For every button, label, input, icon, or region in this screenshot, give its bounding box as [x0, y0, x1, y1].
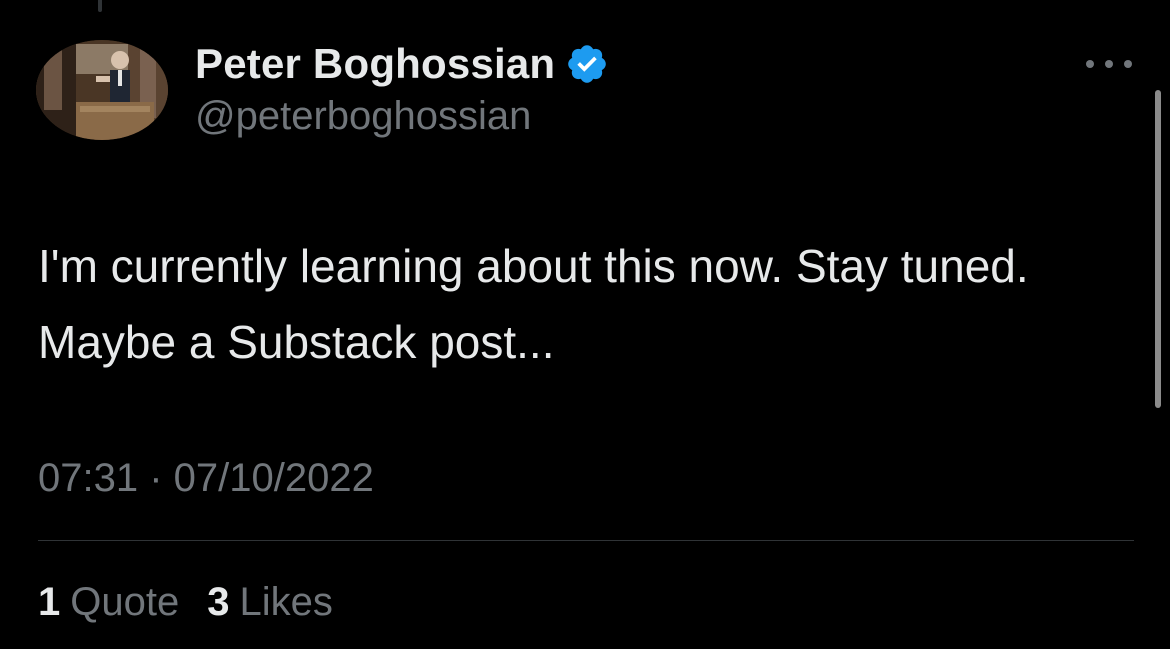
likes-count: 3	[207, 580, 230, 624]
tweet-text: I'm currently learning about this now. S…	[38, 240, 1029, 368]
author-handle[interactable]: @peterboghossian	[195, 90, 609, 142]
divider	[38, 540, 1134, 541]
verified-badge-icon	[565, 42, 609, 86]
quotes-count: 1	[38, 580, 61, 624]
avatar[interactable]	[36, 40, 168, 140]
tweet-timestamp[interactable]: 07:31 · 07/10/2022	[38, 452, 374, 504]
avatar-image	[36, 40, 168, 140]
tweet-stats: 1 Quote 3 Likes	[38, 574, 361, 630]
more-options-icon	[1086, 60, 1094, 68]
thread-connector-line	[98, 0, 102, 12]
author-display-name[interactable]: Peter Boghossian	[195, 40, 555, 88]
more-options-icon-dot	[1105, 60, 1113, 68]
quotes-stat-link[interactable]: 1 Quote	[38, 574, 179, 630]
more-options-icon-dot	[1124, 60, 1132, 68]
likes-stat-link[interactable]: 3 Likes	[207, 574, 333, 630]
more-options-button[interactable]	[1086, 56, 1132, 72]
quotes-label: Quote	[70, 580, 180, 624]
tweet-header: Peter Boghossian @peterboghossian	[195, 40, 609, 142]
scrollbar[interactable]	[1155, 90, 1161, 408]
likes-label: Likes	[239, 580, 333, 624]
author-name-row: Peter Boghossian	[195, 40, 609, 88]
